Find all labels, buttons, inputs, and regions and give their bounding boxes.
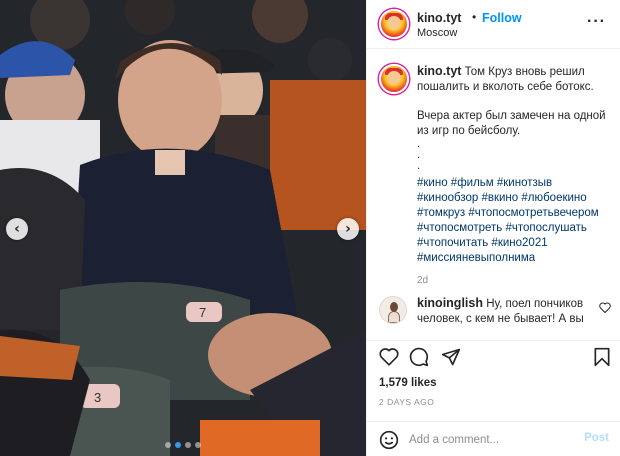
author-username[interactable]: kino.tyt: [417, 11, 461, 25]
hashtag-line[interactable]: #кинообзор #вкино #любоекино: [417, 191, 611, 206]
hashtags: #кино #фильм #кинотзыв #кинообзор #вкино…: [417, 176, 611, 266]
post-photo[interactable]: 7 3 ‹ ›: [0, 0, 366, 456]
heart-icon[interactable]: [379, 347, 399, 366]
carousel-dot: [195, 442, 201, 448]
hashtag-line[interactable]: #томкруз #чтопосмотретьвечером: [417, 206, 611, 221]
caption-avatar[interactable]: [379, 64, 409, 94]
caption-body: kino.tyt Том Круз вновь решил пошалить и…: [417, 64, 611, 288]
comment-body: kinoinglish Ну, поел пончиков человек, с…: [417, 296, 593, 327]
more-options-icon[interactable]: ···: [587, 13, 606, 31]
caption-dot: .: [417, 149, 421, 161]
avatar[interactable]: [379, 9, 409, 39]
comment-input[interactable]: [409, 431, 579, 449]
likes-count[interactable]: 1,579 likes: [379, 377, 437, 389]
stadium-crowd-image: 7 3: [0, 0, 366, 456]
svg-text:3: 3: [94, 390, 101, 405]
caption-text-line2: Вчера актер был замечен на одной из игр …: [417, 110, 606, 137]
hashtag-line[interactable]: #чтопочитать #кино2021: [417, 236, 611, 251]
carousel-indicator: [165, 442, 201, 448]
add-comment-bar: Post: [367, 421, 620, 456]
location-link[interactable]: Moscow: [417, 27, 457, 39]
caption-dot: .: [417, 138, 421, 150]
next-slide-button[interactable]: ›: [337, 218, 359, 240]
svg-text:7: 7: [199, 305, 206, 320]
caption-timestamp[interactable]: 2d: [417, 273, 611, 288]
hashtag-line[interactable]: #кино #фильм #кинотзыв: [417, 176, 611, 191]
post-comment-button[interactable]: Post: [584, 432, 609, 444]
share-icon[interactable]: [441, 347, 461, 367]
carousel-dot-active: [175, 442, 181, 448]
post-header: kino.tyt • Follow Moscow ···: [367, 0, 620, 49]
carousel-dot: [185, 442, 191, 448]
comments-section[interactable]: kino.tyt Том Круз вновь решил пошалить и…: [367, 50, 620, 340]
commenter-avatar[interactable]: [379, 296, 407, 324]
like-comment-icon[interactable]: [599, 302, 611, 316]
carousel-dot: [165, 442, 171, 448]
post-date[interactable]: 2 DAYS AGO: [379, 397, 434, 407]
caption-username[interactable]: kino.tyt: [417, 64, 461, 78]
post-details-panel: kino.tyt • Follow Moscow ··· kino.tyt То…: [366, 0, 620, 456]
hashtag-line[interactable]: #чтопосмотреть #чтопослушать: [417, 221, 611, 236]
previous-slide-button[interactable]: ‹: [6, 218, 28, 240]
hashtag-line[interactable]: #миссияневыполнима: [417, 251, 611, 266]
comment-icon[interactable]: [409, 347, 429, 367]
emoji-icon[interactable]: [379, 430, 399, 453]
commenter-username[interactable]: kinoinglish: [417, 296, 483, 310]
follow-button[interactable]: Follow: [482, 11, 522, 25]
post-actions: 1,579 likes 2 DAYS AGO Post: [367, 340, 620, 456]
caption-dot: .: [417, 160, 421, 172]
separator-dot: •: [472, 10, 477, 24]
bookmark-icon[interactable]: [593, 347, 611, 367]
